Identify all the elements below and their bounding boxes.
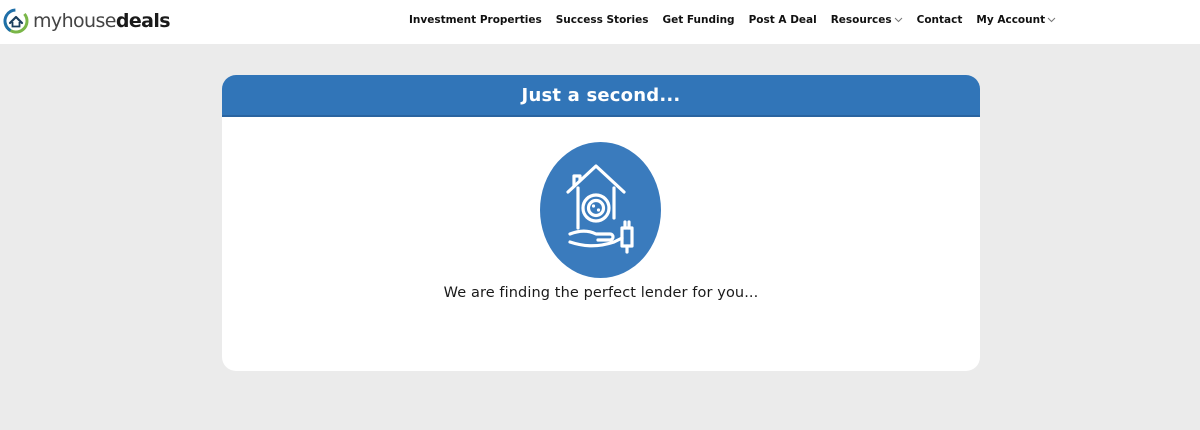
logo-ring-icon xyxy=(3,8,29,34)
logo-text-deals: deals xyxy=(115,10,171,32)
house-in-hand-plug-icon xyxy=(540,142,661,278)
nav-contact[interactable]: Contact xyxy=(917,14,963,26)
top-navigation-bar: myhousedeals Investment Properties Succe… xyxy=(0,0,1200,44)
nav-label: Investment Properties xyxy=(409,14,542,26)
card-title: Just a second... xyxy=(521,84,681,106)
nav-post-a-deal[interactable]: Post A Deal xyxy=(749,14,817,26)
nav-resources-dropdown[interactable]: Resources xyxy=(831,14,903,26)
nav-label: Resources xyxy=(830,14,892,26)
loading-message: We are finding the perfect lender for yo… xyxy=(443,285,759,301)
nav-label: My Account xyxy=(976,14,1046,26)
logo-text-house: house xyxy=(61,10,117,32)
site-logo[interactable]: myhousedeals xyxy=(2,7,171,35)
loading-card: Just a second... We are finding the perf… xyxy=(222,75,980,371)
chevron-down-icon xyxy=(894,17,902,23)
nav-get-funding[interactable]: Get Funding xyxy=(662,14,734,26)
nav-label: Get Funding xyxy=(662,14,735,26)
logo-wordmark: myhousedeals xyxy=(33,7,171,35)
card-header: Just a second... xyxy=(222,75,980,117)
nav-label: Post A Deal xyxy=(748,14,817,26)
main-nav: Investment Properties Success Stories Ge… xyxy=(409,0,1056,40)
nav-label: Success Stories xyxy=(555,14,649,26)
nav-success-stories[interactable]: Success Stories xyxy=(556,14,649,26)
nav-label: Contact xyxy=(916,14,963,26)
logo-text-my: my xyxy=(33,10,62,32)
nav-investment-properties[interactable]: Investment Properties xyxy=(409,14,542,26)
nav-my-account-dropdown[interactable]: My Account xyxy=(976,14,1056,26)
chevron-down-icon xyxy=(1047,17,1056,23)
